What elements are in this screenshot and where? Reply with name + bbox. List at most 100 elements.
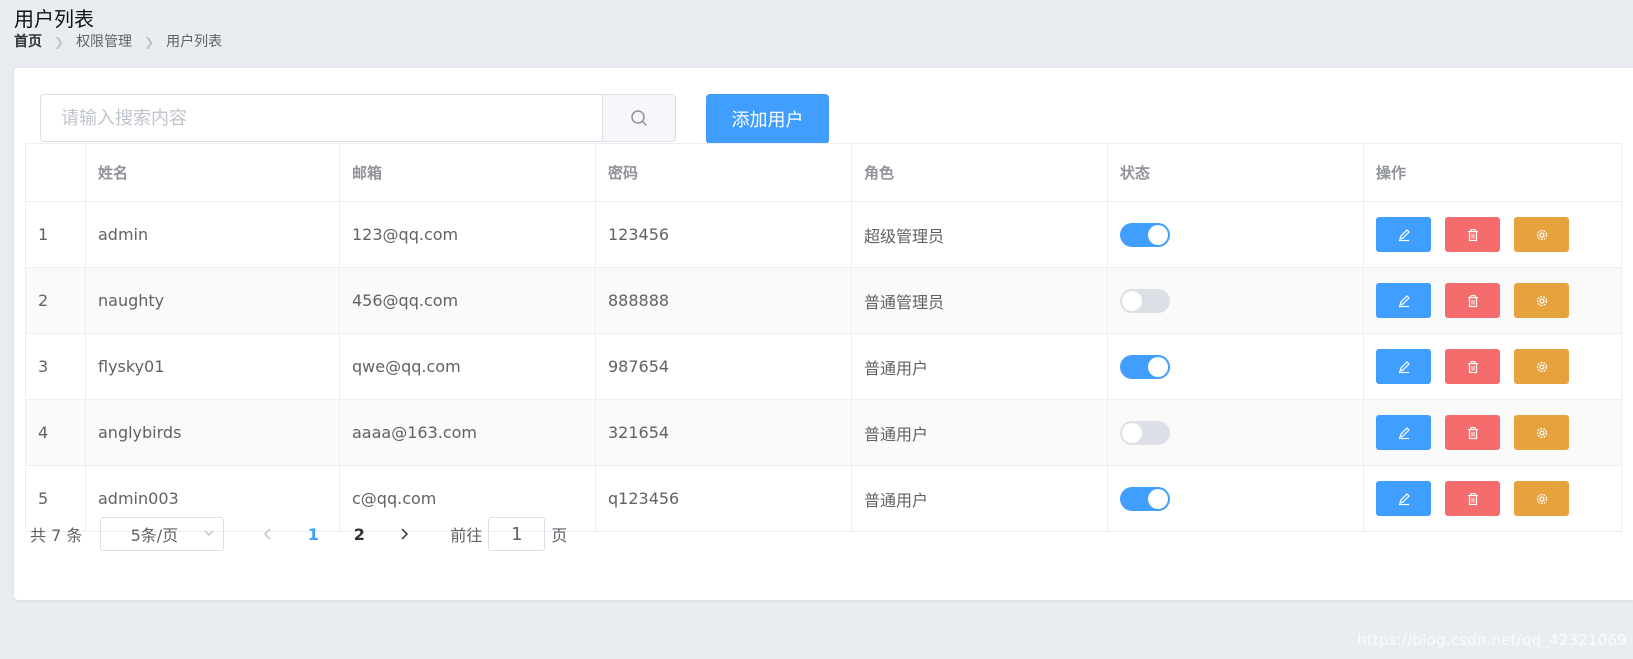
cell-status [1108,202,1364,267]
assign-role-button[interactable] [1514,217,1569,252]
cell-password: 987654 [596,334,852,399]
breadcrumb: 首页 ❯ 权限管理 ❯ 用户列表 [14,32,222,52]
chevron-right-icon: ❯ [54,35,65,49]
cell-role: 超级管理员 [852,202,1108,267]
cell-password: 123456 [596,202,852,267]
cell-role: 普通用户 [852,334,1108,399]
edit-button[interactable] [1376,415,1431,450]
header-password: 密码 [596,144,852,201]
cell-email: 123@qq.com [340,202,596,267]
assign-role-button[interactable] [1514,283,1569,318]
setting-icon [1536,493,1547,504]
header-role: 角色 [852,144,1108,201]
assign-role-button[interactable] [1514,481,1569,516]
cell-email: qwe@qq.com [340,334,596,399]
pagination-total: 共 7 条 [30,526,83,545]
table-row: 3 flysky01 qwe@qq.com 987654 普通用户 [26,334,1621,400]
chevron-right-icon [401,528,409,540]
cell-name: anglybirds [86,400,340,465]
user-table: 姓名 邮箱 密码 角色 状态 操作 1 admin 123@qq.com 123456… [25,143,1622,532]
edit-icon [1398,360,1410,373]
delete-icon [1467,294,1478,307]
table-row: 2 naughty 456@qq.com 888888 普通管理员 [26,268,1621,334]
search-group [40,94,676,142]
delete-icon [1467,360,1478,373]
watermark: https://blog.csdn.net/qq_42321069 [1357,631,1627,649]
edit-icon [1398,426,1410,439]
cell-index: 2 [26,268,86,333]
cell-index: 1 [26,202,86,267]
page-number-2[interactable]: 2 [336,525,382,544]
search-icon [631,110,647,126]
status-switch[interactable] [1120,420,1170,445]
goto-page-input[interactable]: 1 [488,517,546,551]
page-suffix: 页 [551,526,568,545]
assign-role-button[interactable] [1514,349,1569,384]
cell-role: 普通用户 [852,400,1108,465]
delete-button[interactable] [1445,349,1500,384]
user-list-card: 添加用户 姓名 邮箱 密码 角色 状态 操作 1admin123@qq.com1… [14,68,1633,600]
delete-button[interactable] [1445,481,1500,516]
delete-button[interactable] [1445,415,1500,450]
edit-icon [1398,294,1410,307]
cell-password: 888888 [596,268,852,333]
header-status: 状态 [1108,144,1364,201]
breadcrumb-user-list: 用户列表 [166,34,223,50]
edit-icon [1398,492,1410,505]
cell-email: 456@qq.com [340,268,596,333]
switch-knob [1122,290,1142,311]
cell-name: naughty [86,268,340,333]
page-size-value: 5条/页 [130,526,179,545]
add-user-button[interactable]: 添加用户 [706,94,829,144]
edit-button[interactable] [1376,283,1431,318]
page-number-1[interactable]: 1 [290,525,336,544]
cell-name: flysky01 [86,334,340,399]
table-row: 4 anglybirds aaaa@163.com 321654 普通用户 [26,400,1621,466]
page-size-select[interactable]: 5条/页 [100,517,225,551]
edit-button[interactable] [1376,349,1431,384]
table-row: 1 admin 123@qq.com 123456 超级管理员 [26,202,1621,268]
chevron-left-icon [264,528,271,540]
setting-icon [1536,361,1547,372]
status-switch[interactable] [1120,222,1170,247]
status-switch[interactable] [1120,486,1170,511]
breadcrumb-home[interactable]: 首页 [14,32,42,52]
chevron-right-icon: ❯ [144,35,155,49]
breadcrumb-permission: 权限管理 [76,34,133,50]
cell-password: 321654 [596,400,852,465]
goto-label: 前往 [450,526,483,545]
switch-knob [1148,356,1168,377]
search-button[interactable] [602,95,675,141]
cell-actions [1364,400,1621,465]
header-name: 姓名 [86,144,340,201]
edit-button[interactable] [1376,481,1431,516]
setting-icon [1536,295,1547,306]
cell-status [1108,466,1364,531]
cell-actions [1364,202,1621,267]
switch-knob [1148,488,1168,509]
cell-actions [1364,466,1621,531]
cell-actions [1364,268,1621,333]
cell-status [1108,334,1364,399]
search-input[interactable] [41,95,602,141]
assign-role-button[interactable] [1514,415,1569,450]
chevron-down-icon [204,530,214,536]
next-page-button[interactable] [382,527,426,541]
cell-name: admin [86,202,340,267]
cell-index: 3 [26,334,86,399]
status-switch[interactable] [1120,288,1170,313]
setting-icon [1536,229,1547,240]
cell-password: q123456 [596,466,852,531]
prev-page-button[interactable] [246,527,290,541]
cell-actions [1364,334,1621,399]
cell-status [1108,400,1364,465]
cell-role: 普通管理员 [852,268,1108,333]
cell-email: aaaa@163.com [340,400,596,465]
switch-knob [1122,422,1142,443]
delete-button[interactable] [1445,217,1500,252]
delete-icon [1467,426,1478,439]
delete-button[interactable] [1445,283,1500,318]
edit-icon [1398,228,1410,241]
status-switch[interactable] [1120,354,1170,379]
edit-button[interactable] [1376,217,1431,252]
